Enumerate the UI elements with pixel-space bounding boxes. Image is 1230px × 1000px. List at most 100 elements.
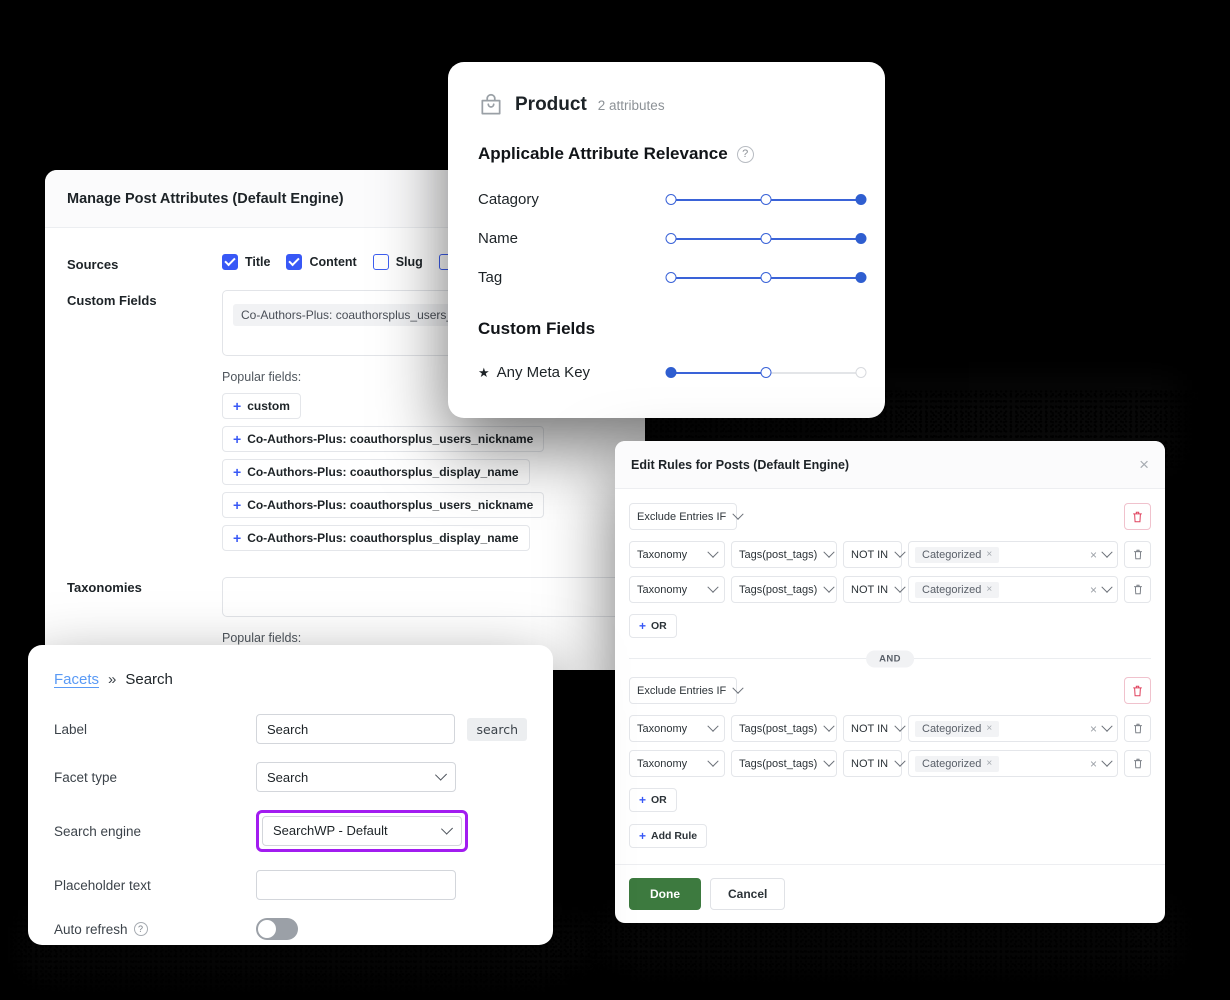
- delete-row-button[interactable]: [1124, 576, 1151, 603]
- slider-stop-2[interactable]: [761, 367, 772, 378]
- custom-field-token[interactable]: Co-Authors-Plus: coauthorsplus_users_: [233, 304, 461, 326]
- field-dropdown[interactable]: Tags(post_tags): [731, 750, 837, 777]
- token-remove-icon[interactable]: ×: [986, 758, 992, 769]
- chip-label: Co-Authors-Plus: coauthorsplus_display_n…: [247, 531, 518, 545]
- slider-stop-2[interactable]: [761, 272, 772, 283]
- add-or-button[interactable]: +OR: [629, 788, 677, 812]
- slider-stop-3[interactable]: [856, 367, 867, 378]
- slider-stop-1[interactable]: [666, 367, 677, 378]
- clear-icon[interactable]: ×: [1090, 758, 1097, 770]
- facet-type-dropdown[interactable]: Search: [256, 762, 456, 792]
- chevron-down-icon: [1101, 720, 1112, 731]
- value-token[interactable]: Categorized×: [915, 547, 999, 563]
- question-mark-icon[interactable]: ?: [134, 922, 148, 936]
- auto-refresh-toggle[interactable]: [256, 918, 298, 940]
- value-multiselect[interactable]: Categorized× ×: [908, 750, 1118, 777]
- exclude-entries-dropdown[interactable]: Exclude Entries IF: [629, 677, 737, 704]
- field-dropdown[interactable]: Tags(post_tags): [731, 576, 837, 603]
- delete-group-button[interactable]: [1124, 677, 1151, 704]
- chevron-down-icon: [707, 581, 718, 592]
- source-label-slug: Slug: [396, 255, 423, 269]
- value-token-label: Categorized: [922, 723, 981, 735]
- applicable-attribute-relevance-title: Applicable Attribute Relevance ?: [478, 144, 855, 164]
- taxonomy-dropdown[interactable]: Taxonomy: [629, 576, 725, 603]
- source-label-content: Content: [309, 255, 356, 269]
- or-label: OR: [651, 620, 667, 632]
- clear-icon[interactable]: ×: [1090, 549, 1097, 561]
- close-icon[interactable]: ×: [1139, 456, 1149, 473]
- slider-stop-3[interactable]: [856, 194, 867, 205]
- checkbox-icon-content[interactable]: [286, 254, 302, 270]
- popular-field-chip[interactable]: +Co-Authors-Plus: coauthorsplus_users_ni…: [222, 492, 544, 518]
- operator-dropdown[interactable]: NOT IN: [843, 715, 902, 742]
- checkbox-icon-title[interactable]: [222, 254, 238, 270]
- value-multiselect[interactable]: Categorized× ×: [908, 576, 1118, 603]
- chevron-down-icon: [824, 720, 835, 731]
- value-token[interactable]: Categorized×: [915, 756, 999, 772]
- taxonomy-dropdown[interactable]: Taxonomy: [629, 750, 725, 777]
- delete-row-button[interactable]: [1124, 715, 1151, 742]
- exclude-entries-label: Exclude Entries IF: [637, 511, 726, 523]
- chevron-down-icon: [1101, 755, 1112, 766]
- taxonomies-token-input[interactable]: [222, 577, 623, 617]
- token-remove-icon[interactable]: ×: [986, 549, 992, 560]
- popular-field-chip[interactable]: +custom: [222, 393, 301, 419]
- slider-stop-1[interactable]: [666, 194, 677, 205]
- attribute-slider-catagory[interactable]: [668, 193, 864, 207]
- facet-type-value: Search: [267, 770, 308, 785]
- edit-rules-footer: Done Cancel: [615, 864, 1165, 923]
- value-token[interactable]: Categorized ×: [915, 721, 999, 737]
- cancel-button[interactable]: Cancel: [710, 878, 785, 910]
- token-remove-icon[interactable]: ×: [986, 584, 992, 595]
- field-dropdown[interactable]: Tags(post_tags): [731, 715, 837, 742]
- value-token[interactable]: Categorized×: [915, 582, 999, 598]
- attribute-slider-name[interactable]: [668, 232, 864, 246]
- shopping-bag-icon: [478, 92, 504, 118]
- slider-stop-3[interactable]: [856, 272, 867, 283]
- clear-icon[interactable]: ×: [1090, 584, 1097, 596]
- value-multiselect[interactable]: Categorized × ×: [908, 715, 1118, 742]
- add-rule-button[interactable]: +Add Rule: [629, 824, 707, 848]
- operator-dropdown[interactable]: NOT IN: [843, 576, 902, 603]
- delete-row-button[interactable]: [1124, 750, 1151, 777]
- field-dropdown[interactable]: Tags(post_tags): [731, 541, 837, 568]
- checkbox-icon-slug[interactable]: [373, 254, 389, 270]
- token-label: Co-Authors-Plus: coauthorsplus_users_: [241, 308, 453, 322]
- taxonomy-dropdown[interactable]: Taxonomy: [629, 541, 725, 568]
- delete-group-button[interactable]: [1124, 503, 1151, 530]
- chevron-down-icon: [894, 546, 905, 557]
- add-or-button[interactable]: +OR: [629, 614, 677, 638]
- popular-field-chip[interactable]: +Co-Authors-Plus: coauthorsplus_display_…: [222, 459, 530, 485]
- source-checkbox-slug[interactable]: Slug: [373, 254, 423, 270]
- attribute-slider-tag[interactable]: [668, 271, 864, 285]
- popular-field-chip[interactable]: +Co-Authors-Plus: coauthorsplus_display_…: [222, 525, 530, 551]
- popular-field-chip[interactable]: +Co-Authors-Plus: coauthorsplus_users_ni…: [222, 426, 544, 452]
- label-slug-code: search: [467, 718, 527, 741]
- slider-stop-3[interactable]: [856, 233, 867, 244]
- operator-dropdown[interactable]: NOT IN: [843, 541, 902, 568]
- field-value: Tags(post_tags): [739, 584, 817, 596]
- slider-stop-2[interactable]: [761, 233, 772, 244]
- source-checkbox-title[interactable]: Title: [222, 254, 270, 270]
- slider-stop-2[interactable]: [761, 194, 772, 205]
- slider-stop-1[interactable]: [666, 233, 677, 244]
- search-engine-dropdown[interactable]: SearchWP - Default: [262, 816, 462, 846]
- toggle-knob: [258, 920, 276, 938]
- token-remove-icon[interactable]: ×: [986, 723, 992, 734]
- breadcrumb-facets-link[interactable]: Facets: [54, 671, 99, 688]
- custom-field-slider-any-meta-key[interactable]: [668, 366, 864, 380]
- placeholder-text-input[interactable]: [256, 870, 456, 900]
- taxonomy-dropdown[interactable]: Taxonomy: [629, 715, 725, 742]
- chevron-down-icon: [707, 720, 718, 731]
- clear-icon[interactable]: ×: [1090, 723, 1097, 735]
- source-checkbox-content[interactable]: Content: [286, 254, 356, 270]
- product-custom-fields-title: Custom Fields: [478, 319, 855, 339]
- exclude-entries-dropdown[interactable]: Exclude Entries IF: [629, 503, 737, 530]
- done-button[interactable]: Done: [629, 878, 701, 910]
- operator-dropdown[interactable]: NOT IN: [843, 750, 902, 777]
- label-input[interactable]: [256, 714, 455, 744]
- delete-row-button[interactable]: [1124, 541, 1151, 568]
- slider-stop-1[interactable]: [666, 272, 677, 283]
- question-mark-icon[interactable]: ?: [737, 146, 754, 163]
- value-multiselect[interactable]: Categorized× ×: [908, 541, 1118, 568]
